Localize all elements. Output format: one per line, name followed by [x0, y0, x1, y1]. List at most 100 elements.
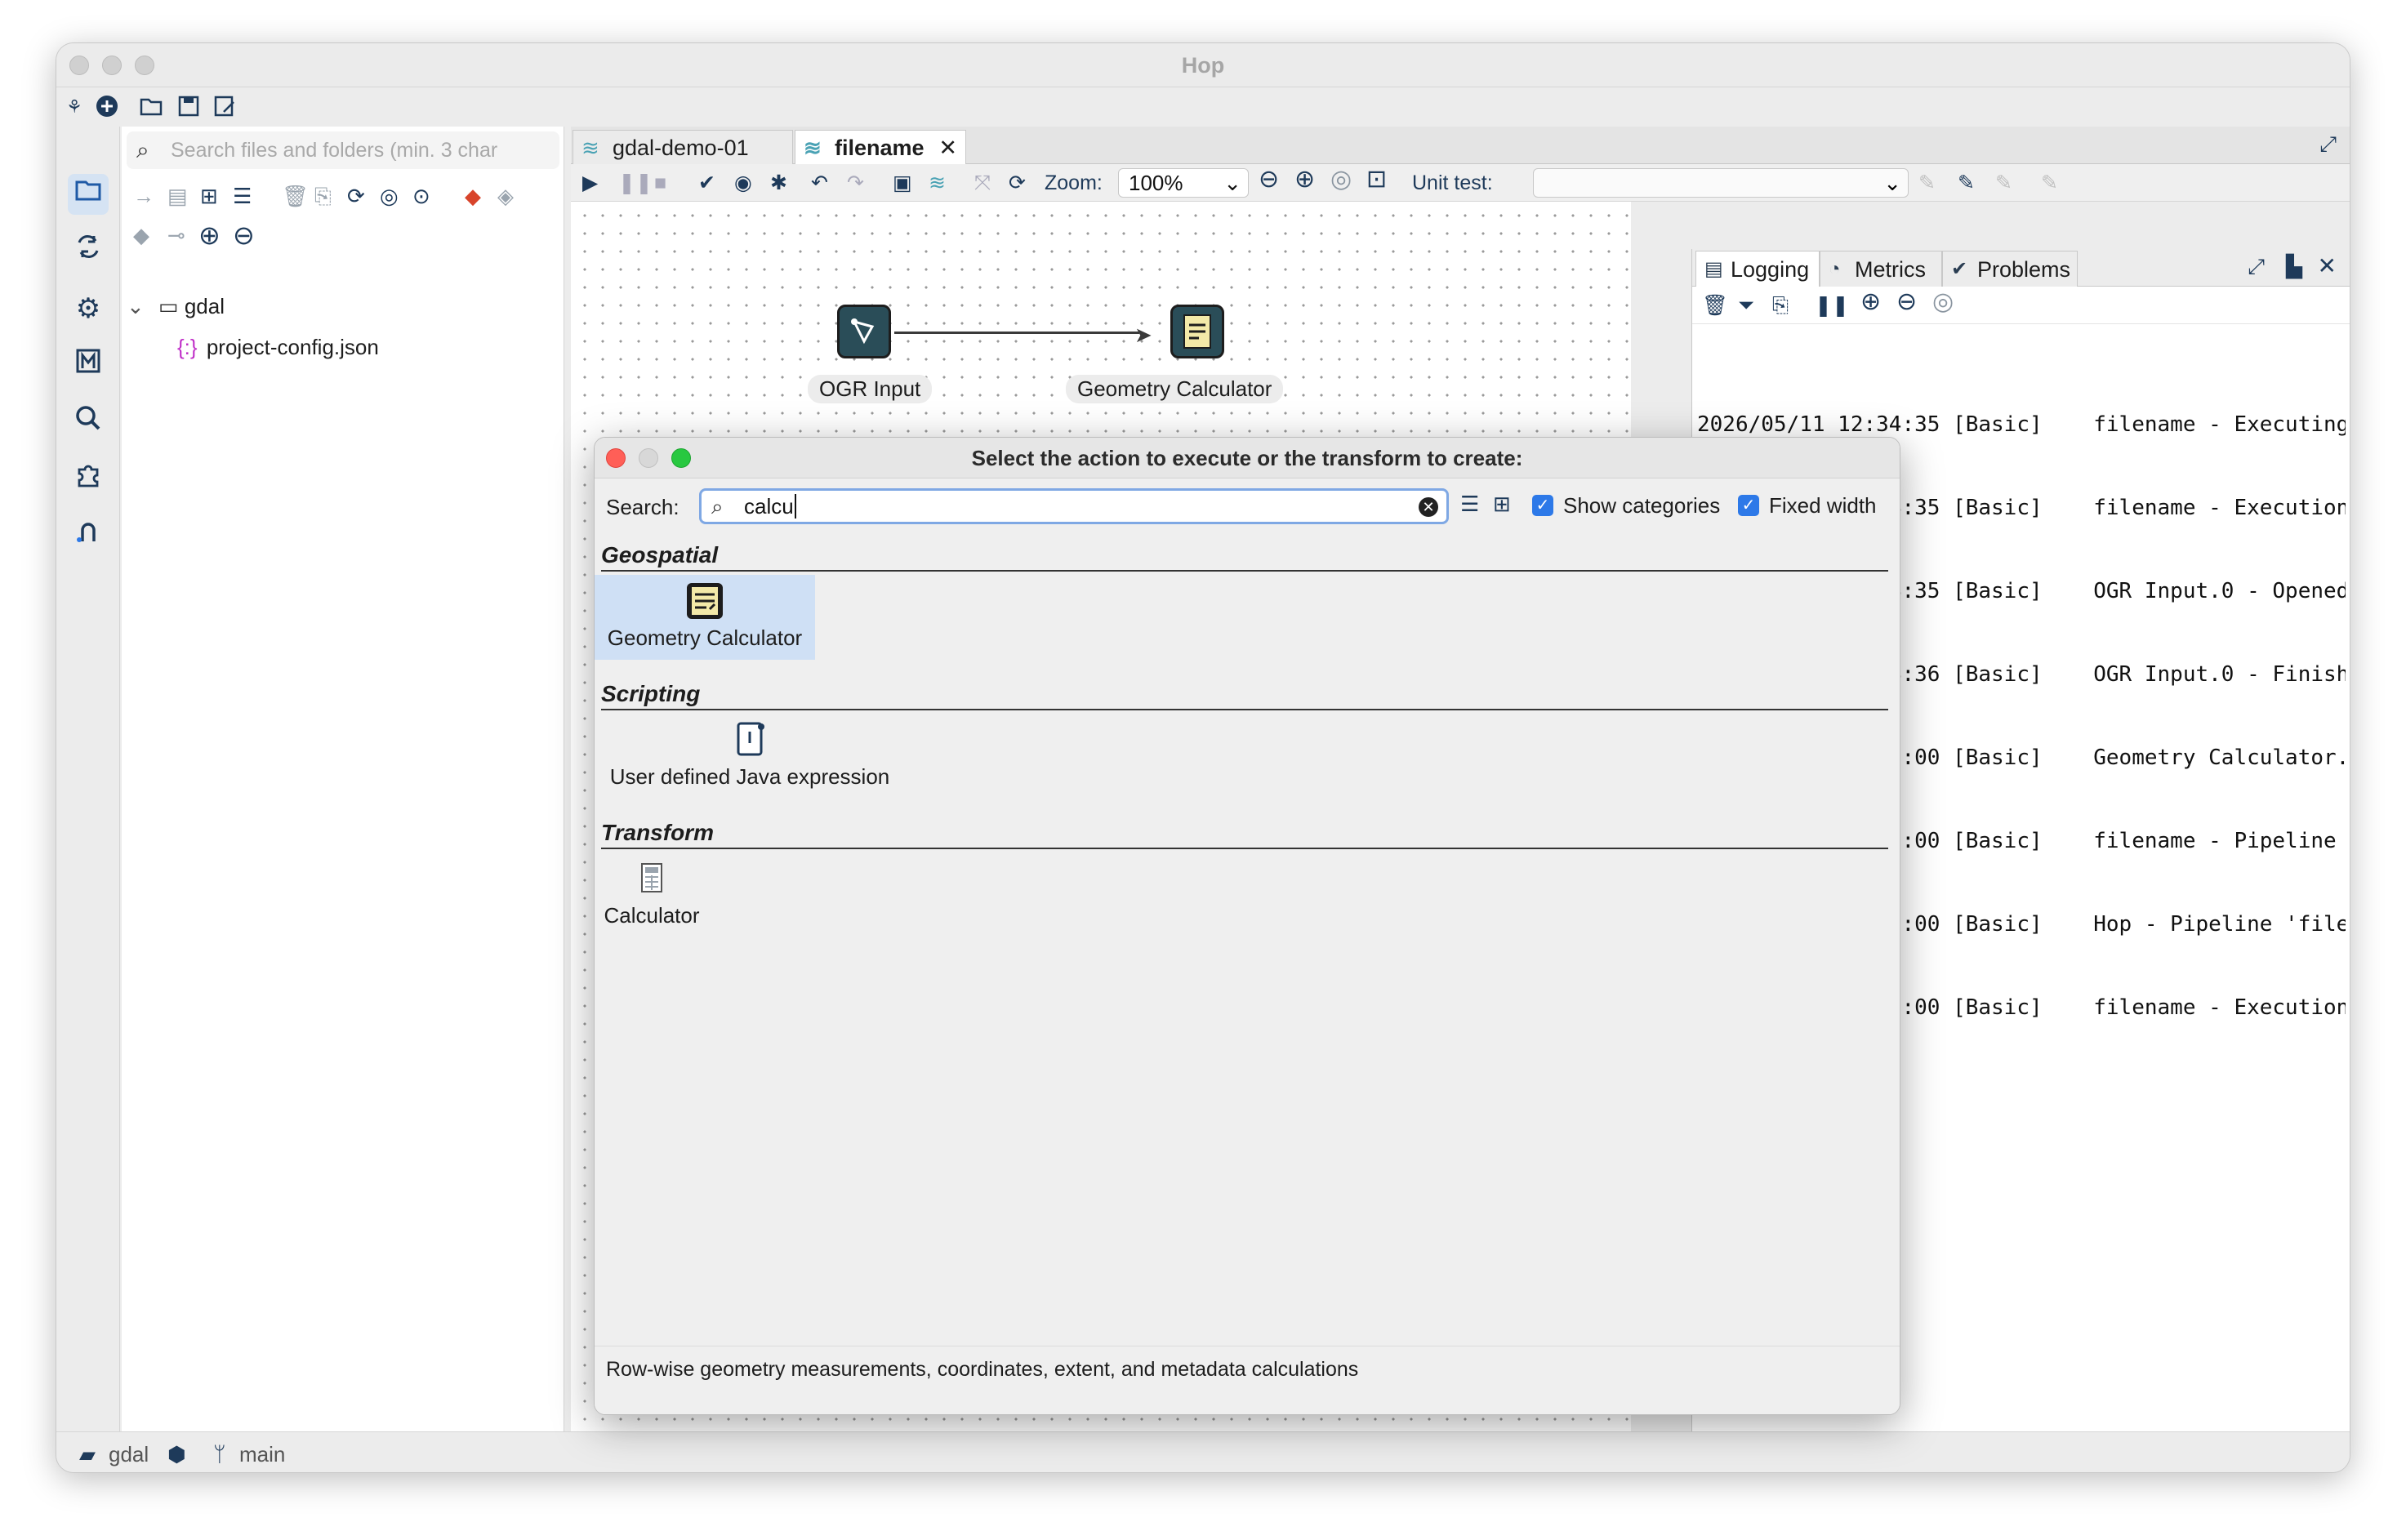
main-toolbar: ⚘ — [56, 87, 2350, 127]
show-categories-checkbox[interactable]: ✓ Show categories — [1532, 492, 1720, 519]
clear-log-icon[interactable]: 🗑 — [1702, 292, 1728, 319]
file-search-input[interactable]: ⌕ Search files and folders (min. 3 char — [127, 131, 559, 169]
close-panel-icon[interactable]: ✕ — [2318, 252, 2337, 279]
tab-problems[interactable]: ✔ Problems — [1942, 251, 2078, 287]
transform-label: Geometry Calculator — [607, 625, 803, 650]
pause-icon[interactable]: ❚❚ — [618, 169, 653, 197]
app-window: Hop ⚘ ⚙ ⌕ Search files and folders (min.… — [56, 42, 2350, 1473]
screenshot-icon[interactable]: ▣ — [893, 169, 912, 197]
tab-gdal-demo-01[interactable]: ≋ gdal-demo-01 — [573, 130, 793, 164]
close-tab-icon[interactable]: ✕ — [938, 131, 957, 165]
transform-description: Row-wise geometry measurements, coordina… — [595, 1346, 1900, 1414]
undo-icon[interactable]: ↶ — [811, 169, 828, 197]
copy-log-icon[interactable]: ⎘ — [1772, 292, 1789, 319]
redo-icon[interactable]: ↷ — [847, 169, 864, 197]
filter-icon[interactable]: ⏷ — [1738, 292, 1754, 319]
hop-arrow-icon: ➤ — [1134, 323, 1152, 347]
tab-metrics[interactable]: ◔ Metrics — [1820, 251, 1942, 287]
close-dialog-button[interactable] — [606, 448, 626, 468]
git-add-icon[interactable]: ◈ — [497, 184, 514, 209]
pull-icon[interactable]: ⊖ — [233, 220, 255, 251]
check-icon[interactable]: ✔ — [698, 169, 715, 197]
snap-icon[interactable]: ⟳ — [1009, 169, 1026, 197]
distribute-icon[interactable]: ⤧ — [974, 169, 991, 197]
clear-test-icon[interactable]: ✎ — [2041, 169, 2058, 197]
hide-icon[interactable]: ◎ — [380, 184, 399, 209]
hop-logo-icon[interactable]: ⚘ — [61, 94, 87, 120]
check-icon: ✔ — [1951, 258, 1968, 280]
save-as-icon[interactable] — [212, 94, 238, 120]
chevron-down-icon: ⌄ — [127, 294, 145, 318]
minimize-panel-icon[interactable]: ▙ — [2286, 254, 2302, 279]
zoom-select[interactable]: 100% ⌄ — [1118, 168, 1249, 198]
arrow-right-icon[interactable]: → — [133, 184, 154, 209]
zoom-fit-icon[interactable]: ⊡ — [1366, 166, 1387, 194]
node-label: OGR Input — [808, 375, 933, 403]
list-icon[interactable]: ☰ — [233, 184, 252, 209]
copy-icon[interactable]: ⎘ — [314, 184, 332, 210]
stop-icon[interactable]: ■ — [654, 169, 666, 197]
plugins-perspective-icon[interactable] — [68, 460, 109, 501]
tab-logging[interactable]: ▤ Logging — [1695, 251, 1820, 287]
java-expression-icon — [737, 722, 764, 756]
branch-name[interactable]: main — [239, 1442, 285, 1467]
log-line: 2026/05/11 12:34:35 [Basic] filename - E… — [1697, 412, 2346, 437]
geometry-calculator-node[interactable] — [1170, 305, 1224, 358]
new-icon[interactable] — [94, 94, 120, 120]
maximize-icon[interactable]: ⤢ — [2319, 131, 2337, 158]
list-view-icon[interactable]: ☰ — [1460, 492, 1479, 517]
new-test-icon[interactable]: ✎ — [1918, 169, 1936, 197]
tree-item-gdal[interactable]: ⌄ ▭ gdal — [127, 290, 225, 323]
metadata-perspective-icon[interactable] — [68, 345, 109, 386]
refresh-icon[interactable]: ⟳ — [347, 184, 365, 209]
debug-icon[interactable]: ✱ — [770, 169, 787, 197]
tab-filename[interactable]: ≋ filename ✕ — [795, 130, 966, 164]
maximize-icon[interactable]: ⤢ — [2248, 254, 2265, 280]
pipeline-hop[interactable] — [894, 332, 1139, 334]
configuration-perspective-icon[interactable]: ⚙ — [68, 288, 109, 329]
transform-geometry-calculator[interactable]: Geometry Calculator — [595, 575, 815, 660]
zoom-in-icon[interactable]: ⊕ — [1860, 288, 1881, 316]
minimize-dialog-button[interactable] — [639, 448, 658, 468]
zoom-out-icon[interactable]: ⊖ — [1259, 166, 1279, 194]
unit-test-select[interactable]: ⌄ — [1533, 168, 1909, 198]
pause-log-icon[interactable]: ❚❚ — [1815, 292, 1849, 319]
category-geospatial: Geospatial — [601, 542, 1888, 572]
new-folder-icon[interactable]: ▤ — [167, 184, 188, 209]
tree-view-icon[interactable]: ⊞ — [1493, 492, 1511, 517]
edit-test-icon[interactable]: ✎ — [1958, 169, 1975, 197]
delete-test-icon[interactable]: ✎ — [1995, 169, 2012, 197]
locate-icon[interactable]: ⊙ — [412, 184, 430, 209]
data-orchestration-perspective-icon[interactable] — [68, 231, 109, 272]
save-icon[interactable] — [176, 94, 202, 120]
delete-icon[interactable]: 🗑 — [282, 184, 309, 209]
align-icon[interactable]: ≋ — [929, 169, 946, 197]
zoom-out-icon[interactable]: ⊖ — [1896, 288, 1917, 316]
git-commit-icon[interactable]: ◆ — [133, 223, 149, 248]
zoom-dialog-button[interactable] — [671, 448, 691, 468]
pipeline-toolbar: ▶ ❚❚ ■ ✔ ◉ ✱ ↶ ↷ ▣ ≋ ⤧ ⟳ Zoom: 100% ⌄ ⊖ … — [571, 164, 2350, 202]
preview-icon[interactable]: ◉ — [734, 169, 752, 197]
git-revert-icon[interactable]: ⊸ — [167, 223, 185, 248]
tree-item-project-config[interactable]: {:} project-config.json — [177, 331, 379, 363]
fixed-width-checkbox[interactable]: ✓ Fixed width — [1738, 492, 1877, 519]
zoom-100-icon[interactable]: ◎ — [1330, 166, 1352, 194]
transform-user-defined-java-expression[interactable]: User defined Java expression — [595, 714, 905, 799]
dialog-title-bar: Select the action to execute or the tran… — [595, 438, 1900, 478]
transform-search-input[interactable]: ⌕ calcu ✕ — [699, 488, 1449, 524]
explorer-perspective-icon[interactable] — [68, 174, 109, 215]
push-icon[interactable]: ⊕ — [198, 220, 221, 251]
git-icon[interactable]: ◆ — [465, 184, 481, 209]
tree-expand-icon[interactable]: ⊞ — [200, 184, 218, 209]
zoom-100-icon[interactable]: ◎ — [1932, 288, 1954, 316]
ogr-input-node[interactable] — [837, 305, 891, 358]
run-icon[interactable]: ▶ — [582, 169, 598, 197]
neo4j-perspective-icon[interactable] — [68, 517, 109, 558]
transform-calculator[interactable]: Calculator — [595, 852, 709, 937]
search-perspective-icon[interactable] — [68, 403, 109, 443]
zoom-in-icon[interactable]: ⊕ — [1294, 166, 1315, 194]
tab-label: Problems — [1977, 257, 2071, 282]
project-name[interactable]: gdal — [109, 1442, 149, 1467]
clear-search-icon[interactable]: ✕ — [1419, 497, 1438, 517]
open-file-icon[interactable] — [138, 94, 164, 120]
